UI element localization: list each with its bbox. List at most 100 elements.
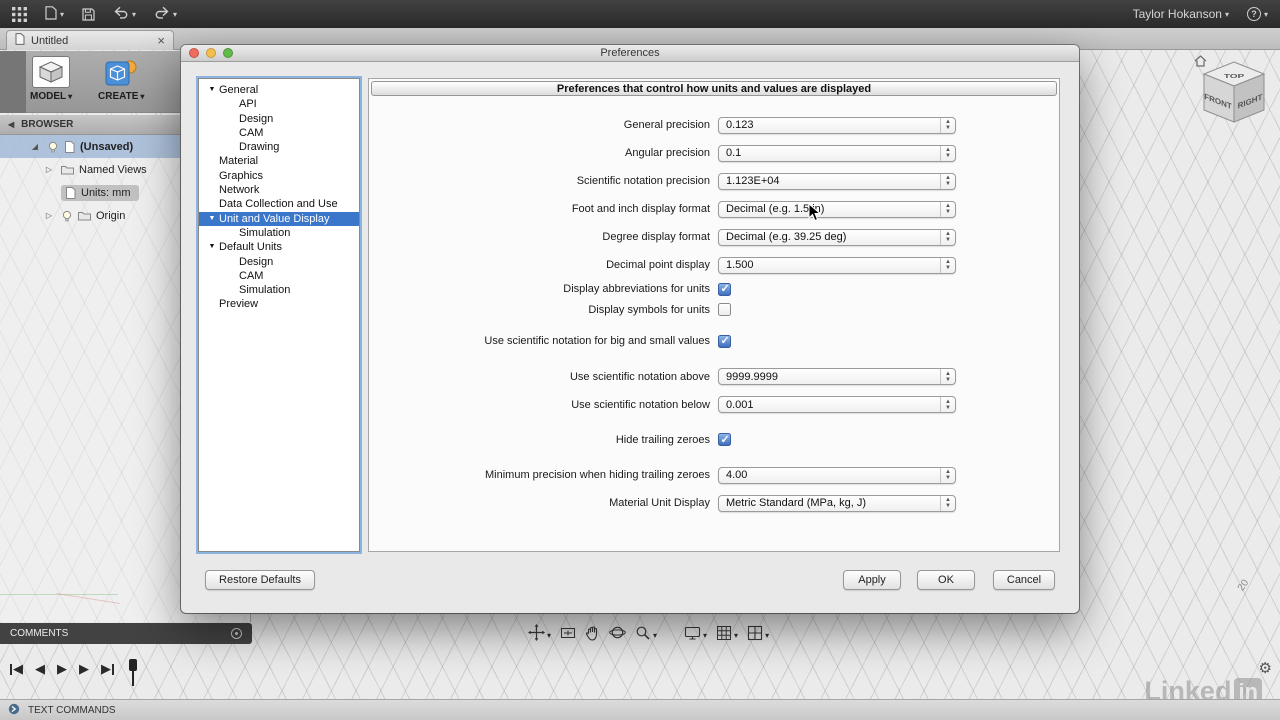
checkbox-display-symbols-for-units[interactable] bbox=[718, 303, 731, 316]
checkbox-display-abbreviations-for-units[interactable] bbox=[718, 283, 731, 296]
disclosure-triangle-icon[interactable]: ▷ bbox=[42, 211, 56, 220]
collapse-panel-icon[interactable]: ◀ bbox=[8, 120, 14, 129]
user-menu[interactable]: Taylor Hokanson ▾ bbox=[1133, 7, 1229, 21]
tab-untitled[interactable]: Untitled × bbox=[6, 30, 174, 50]
step-forward-button[interactable]: ▶ bbox=[79, 661, 89, 677]
triangle-glyph: ▶ bbox=[101, 661, 111, 677]
ok-button[interactable]: OK bbox=[917, 570, 975, 590]
chevron-down-icon: ▾ bbox=[653, 631, 657, 640]
tree-item-unit-and-value-display[interactable]: ▼Unit and Value Display bbox=[199, 212, 359, 226]
tree-item-label: Simulation bbox=[239, 283, 290, 297]
file-menu-button[interactable]: ▾ bbox=[45, 6, 64, 23]
dropdown-scientific-notation-precision[interactable]: 1.123E+04 bbox=[718, 173, 956, 190]
preferences-form: General precision0.123Angular precision0… bbox=[369, 98, 1059, 517]
dropdown-foot-and-inch-display-format[interactable]: Decimal (e.g. 1.5 in) bbox=[718, 201, 956, 218]
comments-panel[interactable]: COMMENTS bbox=[0, 623, 252, 644]
orbit-icon bbox=[609, 624, 626, 646]
field-label: General precision bbox=[369, 119, 718, 131]
cancel-button[interactable]: Cancel bbox=[993, 570, 1055, 590]
close-icon[interactable]: × bbox=[157, 34, 165, 47]
create-menu-button[interactable]: CREATE▾ bbox=[98, 56, 144, 102]
dropdown-general-precision[interactable]: 0.123 bbox=[718, 117, 956, 134]
text-commands-label[interactable]: TEXT COMMANDS bbox=[28, 705, 116, 716]
dropdown-use-scientific-notation-below[interactable]: 0.001 bbox=[718, 396, 956, 413]
tree-item-label: Default Units bbox=[219, 240, 282, 254]
checkbox-hide-trailing-zeroes[interactable] bbox=[718, 433, 731, 446]
redo-button[interactable]: ▾ bbox=[154, 6, 177, 22]
checkbox-use-scientific-notation-for-big-and-small-values[interactable] bbox=[718, 335, 731, 348]
tree-item-cam[interactable]: CAM bbox=[199, 269, 359, 283]
dropdown-angular-precision[interactable]: 0.1 bbox=[718, 145, 956, 162]
chevron-down-icon: ▾ bbox=[68, 92, 72, 101]
app-grid-icon[interactable] bbox=[12, 7, 27, 22]
step-back-button[interactable]: ◀ bbox=[35, 661, 45, 677]
tree-item-design[interactable]: Design bbox=[199, 112, 359, 126]
form-row-foot-and-inch-display-format: Foot and inch display formatDecimal (e.g… bbox=[369, 195, 1059, 223]
restore-defaults-button[interactable]: Restore Defaults bbox=[205, 570, 315, 590]
gear-icon[interactable]: ⚙ bbox=[1259, 659, 1272, 677]
orbit-button[interactable] bbox=[609, 624, 626, 646]
comments-options-icon[interactable] bbox=[231, 628, 242, 639]
disclosure-triangle-icon[interactable]: ▼ bbox=[205, 83, 219, 97]
stepper-icon bbox=[940, 174, 955, 189]
zoom-button[interactable]: ▾ bbox=[635, 625, 657, 646]
tree-item-simulation[interactable]: Simulation bbox=[199, 226, 359, 240]
field-label: Minimum precision when hiding trailing z… bbox=[369, 469, 718, 481]
tree-item-material[interactable]: Material bbox=[199, 154, 359, 168]
undo-button[interactable]: ▾ bbox=[113, 6, 136, 22]
grid-settings-button[interactable]: ▾ bbox=[716, 625, 738, 646]
play-button[interactable]: ▶ bbox=[57, 661, 67, 677]
disclosure-triangle-icon[interactable]: ▷ bbox=[42, 165, 56, 174]
apply-button[interactable]: Apply bbox=[843, 570, 901, 590]
timeline-marker[interactable] bbox=[132, 659, 134, 686]
disclosure-triangle-icon[interactable]: ▼ bbox=[205, 240, 219, 254]
tree-item-preview[interactable]: Preview bbox=[199, 297, 359, 311]
tree-item-design[interactable]: Design bbox=[199, 255, 359, 269]
playback-controls: ◀ ◀ ▶ ▶ ▶ bbox=[10, 661, 114, 677]
dropdown-value: 9999.9999 bbox=[726, 371, 778, 383]
pan-button[interactable]: ▾ bbox=[528, 624, 551, 646]
dropdown-decimal-point-display[interactable]: 1.500 bbox=[718, 257, 956, 274]
chevron-down-icon: ▾ bbox=[140, 92, 144, 101]
form-row-angular-precision: Angular precision0.1 bbox=[369, 139, 1059, 167]
text-commands-icon[interactable] bbox=[8, 703, 20, 718]
help-menu[interactable]: ? ▾ bbox=[1247, 7, 1268, 21]
chevron-down-icon: ▾ bbox=[1225, 10, 1229, 19]
model-menu-button[interactable]: MODEL▾ bbox=[30, 56, 72, 102]
disclosure-triangle-icon[interactable]: ◢ bbox=[28, 142, 42, 151]
viewports-button[interactable]: ▾ bbox=[747, 625, 769, 646]
hand-button[interactable] bbox=[585, 625, 600, 646]
viewcube-top-label[interactable]: TOP bbox=[1224, 73, 1245, 79]
dropdown-use-scientific-notation-above[interactable]: 9999.9999 bbox=[718, 368, 956, 385]
tree-item-network[interactable]: Network bbox=[199, 183, 359, 197]
tree-item-data-collection-and-use[interactable]: Data Collection and Use bbox=[199, 197, 359, 211]
display-settings-button[interactable]: ▾ bbox=[684, 625, 707, 646]
disclosure-triangle-icon bbox=[225, 269, 239, 283]
tree-item-api[interactable]: API bbox=[199, 97, 359, 111]
dialog-titlebar[interactable]: Preferences bbox=[181, 45, 1079, 62]
save-button[interactable] bbox=[82, 8, 95, 21]
field-label: Use scientific notation above bbox=[369, 371, 718, 383]
disclosure-triangle-icon[interactable]: ▼ bbox=[205, 212, 219, 226]
view-cube[interactable]: TOP FRONT RIGHT bbox=[1198, 60, 1270, 143]
tree-item-cam[interactable]: CAM bbox=[199, 126, 359, 140]
tree-item-label: Design bbox=[239, 112, 273, 126]
tree-item-simulation[interactable]: Simulation bbox=[199, 283, 359, 297]
redo-icon bbox=[154, 6, 170, 22]
go-to-start-button[interactable]: ◀ bbox=[10, 661, 23, 677]
tree-item-default-units[interactable]: ▼Default Units bbox=[199, 240, 359, 254]
tree-item-drawing[interactable]: Drawing bbox=[199, 140, 359, 154]
dropdown-minimum-precision-when-hiding-trailing-zeroes[interactable]: 4.00 bbox=[718, 467, 956, 484]
panel-header: Preferences that control how units and v… bbox=[371, 81, 1057, 96]
form-row-general-precision: General precision0.123 bbox=[369, 111, 1059, 139]
tree-item-graphics[interactable]: Graphics bbox=[199, 169, 359, 183]
chevron-down-icon: ▾ bbox=[60, 10, 64, 19]
file-icon bbox=[45, 6, 57, 23]
fit-view-button[interactable] bbox=[560, 625, 576, 646]
tree-item-general[interactable]: ▼General bbox=[199, 83, 359, 97]
go-to-end-button[interactable]: ▶ bbox=[101, 661, 114, 677]
form-row-hide-trailing-zeroes: Hide trailing zeroes bbox=[369, 430, 1059, 451]
dropdown-degree-display-format[interactable]: Decimal (e.g. 39.25 deg) bbox=[718, 229, 956, 246]
dropdown-material-unit-display[interactable]: Metric Standard (MPa, kg, J) bbox=[718, 495, 956, 512]
application-toolbar: ▾ ▾ ▾ Taylor Hokanson ▾ ? ▾ bbox=[0, 0, 1280, 28]
